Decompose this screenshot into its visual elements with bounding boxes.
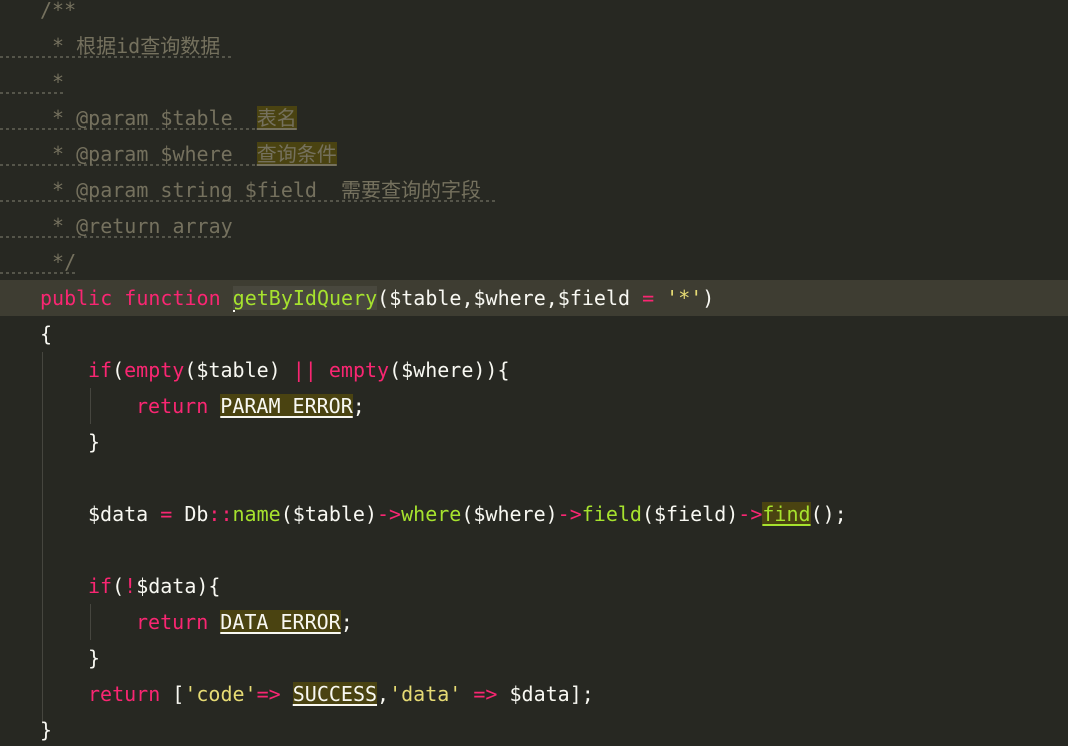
code-line[interactable]: $data = Db::name($table)->where($where)-… xyxy=(0,496,1068,532)
code-line[interactable]: * xyxy=(0,64,1068,100)
current-line[interactable]: public function getByIdQuery($table,$whe… xyxy=(0,280,1068,316)
method-call: where xyxy=(401,502,462,526)
code-line[interactable]: * 根据id查询数据 xyxy=(0,28,1068,64)
highlighted-constant: PARAM_ERROR xyxy=(220,394,353,418)
comment-text: * xyxy=(40,70,65,94)
comment-text: * @param $where xyxy=(40,142,257,166)
code-line[interactable]: } xyxy=(0,712,1068,746)
method-call: field xyxy=(581,502,642,526)
code-line[interactable]: /** xyxy=(0,0,1068,28)
string-literal: 'code' xyxy=(184,682,257,706)
operator: = xyxy=(642,286,655,310)
function-name: getByIdQuery xyxy=(232,286,378,310)
highlighted-constant: DATA_ERROR xyxy=(220,610,341,634)
function-params: ($table,$where,$field xyxy=(377,286,643,310)
code-line[interactable]: if(empty($table) || empty($where)){ xyxy=(0,352,1068,388)
code-line[interactable]: return ['code'=> SUCCESS,'data' => $data… xyxy=(0,676,1068,712)
highlighted-method: find xyxy=(762,502,811,526)
operator-or: || xyxy=(292,358,317,382)
comment-text: /** xyxy=(40,0,77,22)
highlighted-comment-word: 表名 xyxy=(256,106,297,130)
highlighted-constant: SUCCESS xyxy=(292,682,378,706)
keyword-function: function xyxy=(124,286,221,310)
comment-text: * 根据id查询数据 xyxy=(40,34,221,58)
brace: } xyxy=(88,646,101,670)
method-call: name xyxy=(232,502,281,526)
code-line[interactable]: return DATA_ERROR; xyxy=(0,604,1068,640)
string-literal: '*' xyxy=(666,286,703,310)
keyword-empty: empty xyxy=(124,358,185,382)
string-literal: 'data' xyxy=(389,682,462,706)
arrow-operator: -> xyxy=(738,502,763,526)
arrow-operator: -> xyxy=(377,502,402,526)
brace: { xyxy=(40,322,53,346)
operator-not: ! xyxy=(124,574,137,598)
keyword-empty: empty xyxy=(328,358,390,382)
code-editor[interactable]: /** * 根据id查询数据 * * @param $table 表名 * @p… xyxy=(0,0,1068,746)
code-line[interactable]: return PARAM_ERROR; xyxy=(0,388,1068,424)
arrow-operator: => xyxy=(256,682,281,706)
code-line[interactable]: * @return array xyxy=(0,208,1068,244)
code-line[interactable]: { xyxy=(0,316,1068,352)
code-line[interactable]: * @param string $field 需要查询的字段 xyxy=(0,172,1068,208)
keyword-return: return xyxy=(88,682,161,706)
code-line[interactable]: if(!$data){ xyxy=(0,568,1068,604)
keyword-public: public xyxy=(40,286,113,310)
keyword-if: if xyxy=(88,358,113,382)
keyword-return: return xyxy=(136,394,209,418)
comment-text: * @param string $field 需要查询的字段 xyxy=(40,178,482,202)
brace: } xyxy=(88,430,101,454)
code-line[interactable]: } xyxy=(0,424,1068,460)
scope-operator: :: xyxy=(208,502,233,526)
comment-text: */ xyxy=(40,250,77,274)
variable: $data xyxy=(88,502,161,526)
brace: } xyxy=(40,718,53,742)
punctuation: ) xyxy=(702,286,715,310)
arrow-operator: => xyxy=(473,682,498,706)
class-name: Db xyxy=(172,502,209,526)
code-line[interactable]: * @param $table 表名 xyxy=(0,100,1068,136)
operator: = xyxy=(160,502,173,526)
code-line[interactable]: * @param $where 查询条件 xyxy=(0,136,1068,172)
arrow-operator: -> xyxy=(557,502,582,526)
highlighted-comment-word: 查询条件 xyxy=(256,142,337,166)
keyword-return: return xyxy=(136,610,209,634)
comment-text: * @param $table xyxy=(40,106,257,130)
code-line[interactable]: */ xyxy=(0,244,1068,280)
comment-text: * @return array xyxy=(40,214,233,238)
code-line[interactable]: } xyxy=(0,640,1068,676)
keyword-if: if xyxy=(88,574,113,598)
